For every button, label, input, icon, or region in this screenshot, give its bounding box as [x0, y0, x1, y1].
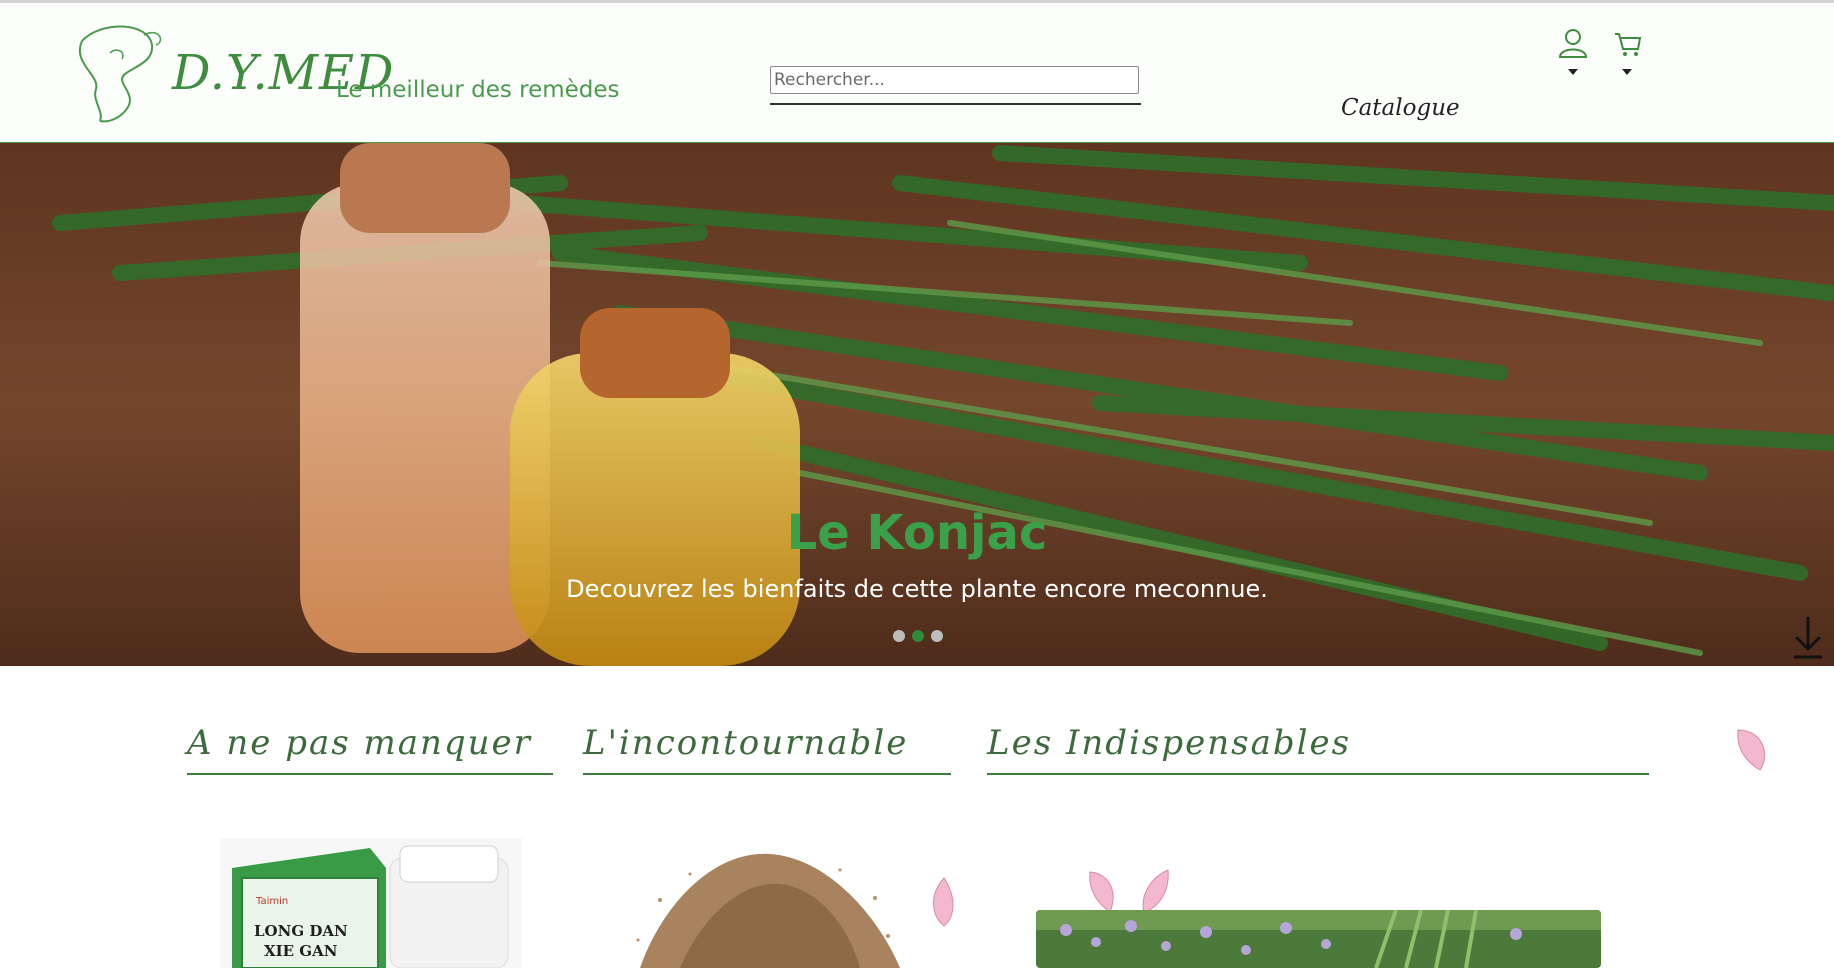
brand-tagline: Le meilleur des remèdes [336, 77, 620, 103]
logo-icon[interactable] [70, 23, 166, 125]
product-box-brand: Taimin [256, 896, 289, 907]
search-input[interactable] [770, 66, 1139, 94]
powder-illustration [620, 840, 910, 968]
hero-title: Le Konjac [786, 505, 1048, 561]
user-icon [1558, 29, 1588, 58]
carousel-dot-1[interactable] [893, 630, 905, 642]
cart-icon [1615, 33, 1642, 56]
cart-button[interactable] [1609, 27, 1645, 75]
product-box-line2: XIE GAN [264, 942, 338, 960]
petal-icon [1089, 869, 1169, 913]
section-title-incontournable: L'incontournable [583, 723, 951, 775]
product-image-long-dan[interactable]: Taimin LONG DAN XIE GAN [220, 838, 522, 968]
herbs-illustration [1036, 910, 1601, 968]
search-underline [770, 103, 1141, 105]
product-box-line1: LONG DAN [254, 922, 348, 940]
section-title-a-ne-pas-manquer: A ne pas manquer [187, 723, 553, 775]
account-button[interactable] [1555, 27, 1591, 75]
carousel-dot-2[interactable] [912, 630, 924, 642]
petal-icon [1737, 729, 1766, 771]
hero-subtitle: Decouvrez les bienfaits de cette plante … [566, 575, 1268, 603]
nav-catalogue[interactable]: Catalogue [1341, 95, 1460, 121]
product-image-herbs[interactable] [1036, 910, 1601, 968]
product-image-powder[interactable] [620, 840, 910, 968]
cart-caret-icon [1622, 69, 1632, 75]
hero-carousel[interactable]: Le Konjac Decouvrez les bienfaits de cet… [0, 143, 1834, 666]
petal-icon [933, 877, 954, 927]
carousel-dot-3[interactable] [931, 630, 943, 642]
carousel-indicators [893, 627, 950, 646]
site-header: D.Y.MED Le meilleur des remèdes Catalogu… [0, 3, 1834, 144]
section-title-indispensables: Les Indispensables [987, 723, 1649, 775]
scroll-down-icon[interactable] [1792, 615, 1824, 659]
account-caret-icon [1568, 69, 1578, 75]
